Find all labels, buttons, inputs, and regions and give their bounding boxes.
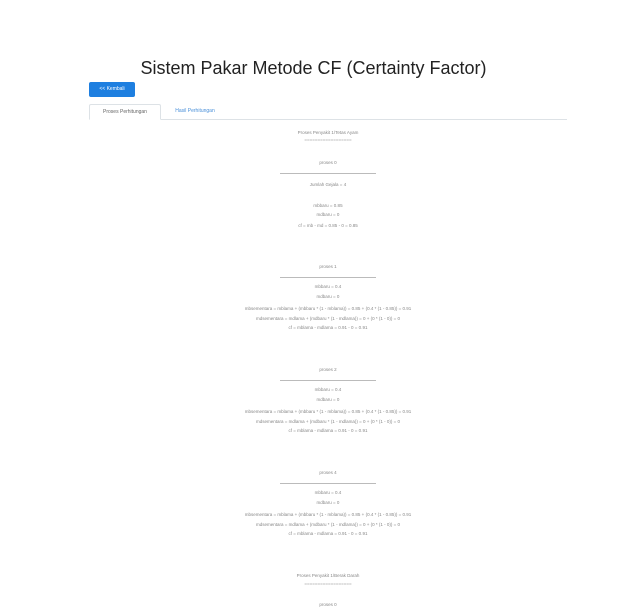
step-line: cf = mblama - mdlama = 0.91 - 0 = 0.91 — [288, 531, 368, 536]
step-line: cf = mb - md = 0.85 - 0 = 0.85 — [298, 223, 358, 228]
step-line: Jumlah Gejala = 4 — [309, 182, 347, 187]
disease-heading: Proses Penyakit 1/Tetas Ayam — [297, 130, 359, 135]
step-title: proses 2 — [319, 367, 337, 372]
step-line: mbsementara = mblama + (mbbaru * (1 - mb… — [244, 512, 412, 517]
step-line: mbsementara = mblama + (mbbaru * (1 - mb… — [244, 409, 412, 414]
tab-bar: Proses Perhitungan Hasil Perhitungan — [89, 104, 567, 120]
heading-underline: ================== — [304, 137, 352, 142]
tab-hasil-perhitungan[interactable]: Hasil Perhitungan — [165, 104, 225, 119]
step-line: mdsementara = mdlama + (mdbaru * (1 - md… — [256, 316, 400, 321]
step-title: proses 4 — [319, 470, 337, 475]
page-title: Sistem Pakar Metode CF (Certainty Factor… — [140, 58, 487, 78]
step-line: mdsementara = mdlama + (mdbaru * (1 - md… — [256, 419, 400, 424]
step-line: mdbaru = 0 — [316, 397, 340, 402]
step-line: mbsementara = mblama + (mbbaru * (1 - mb… — [244, 306, 412, 311]
step-divider — [280, 173, 376, 174]
step-line: cf = mblama - mdlama = 0.91 - 0 = 0.91 — [288, 325, 368, 330]
step-line: mdsementara = mdlama + (mdbaru * (1 - md… — [256, 522, 400, 527]
back-button[interactable]: << Kembali — [89, 82, 135, 97]
step-title: proses 1 — [319, 264, 337, 269]
step-line: mbbaru = 0.85 — [313, 203, 343, 208]
tab-proses-perhitungan[interactable]: Proses Perhitungan — [89, 104, 161, 120]
step-divider — [280, 277, 376, 278]
step-line: mdbaru = 0 — [316, 294, 340, 299]
step-line: mbbaru = 0.4 — [314, 387, 342, 392]
step-line: mbbaru = 0.4 — [314, 284, 342, 289]
step-line: mdbaru = 0 — [316, 500, 340, 505]
step-line: cf = mblama - mdlama = 0.91 - 0 = 0.91 — [288, 428, 368, 433]
heading-underline: ================== — [304, 581, 352, 586]
step-title: proses 0 — [319, 602, 337, 607]
step-divider — [280, 380, 376, 381]
step-line: mdbaru = 0 — [316, 212, 340, 217]
step-title: proses 0 — [319, 160, 337, 165]
process-log: Proses Penyakit 1/Tetas Ayam ===========… — [89, 128, 567, 613]
disease-heading: Proses Penyakit 1/Berak Darah — [296, 573, 360, 578]
step-line: mbbaru = 0.4 — [314, 490, 342, 495]
step-divider — [280, 483, 376, 484]
